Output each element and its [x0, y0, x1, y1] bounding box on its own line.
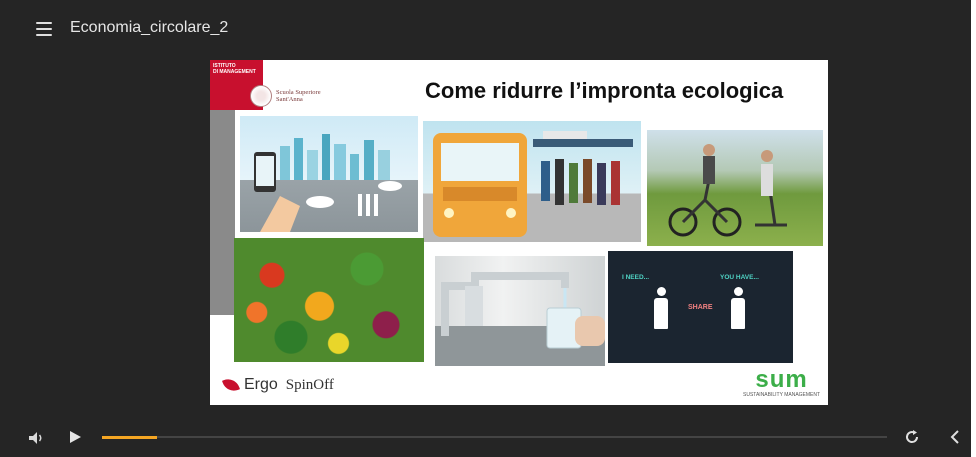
spinoff-text: SpinOff [285, 376, 334, 393]
sum-text: sum [755, 366, 808, 393]
bikes-image [647, 130, 823, 246]
play-icon[interactable] [70, 431, 81, 443]
seal-icon [250, 85, 272, 107]
sum-logo: sum SUSTAINABILITY MANAGEMENT [743, 366, 821, 399]
progress-track[interactable] [102, 436, 887, 439]
ergo-spinoff-logo: Ergo SpinOff [222, 376, 334, 394]
video-title: Economia_circolare_2 [70, 19, 229, 36]
school-name-line-2: Sant'Anna [276, 96, 303, 103]
share-need-label: I NEED... [622, 274, 650, 281]
share-label: SHARE [688, 304, 713, 311]
vegetables-image [234, 238, 424, 362]
video-player: Economia_circolare_2 ISTITUTO DI MANAGEM… [0, 0, 971, 457]
person-icon [731, 287, 745, 331]
page-edge [971, 0, 976, 457]
share-have-label: YOU HAVE... [720, 274, 759, 281]
slide-title: Come ridurre l’impronta ecologica [425, 78, 784, 103]
sum-subtitle: SUSTAINABILITY MANAGEMENT [743, 392, 821, 398]
school-logo: Scuola Superiore Sant'Anna [250, 82, 345, 110]
decorative-bar [210, 110, 235, 315]
leaf-icon [222, 376, 240, 394]
water-tap-image [435, 256, 605, 366]
control-bar [0, 416, 971, 457]
replay-icon[interactable] [904, 429, 920, 445]
menu-icon[interactable] [36, 22, 52, 36]
share-image: I NEED... YOU HAVE... SHARE [608, 251, 793, 363]
school-name-line-1: Scuola Superiore [276, 89, 321, 96]
volume-icon[interactable] [29, 431, 45, 444]
person-icon [654, 287, 668, 331]
bus-stop-image [423, 121, 641, 242]
ergo-text: Ergo [244, 376, 278, 393]
smart-city-image [240, 116, 418, 232]
back-icon[interactable] [948, 429, 962, 445]
progress-fill [102, 436, 157, 439]
slide: ISTITUTO DI MANAGEMENT Scuola Superiore … [210, 60, 828, 405]
top-bar: Economia_circolare_2 [0, 0, 971, 60]
